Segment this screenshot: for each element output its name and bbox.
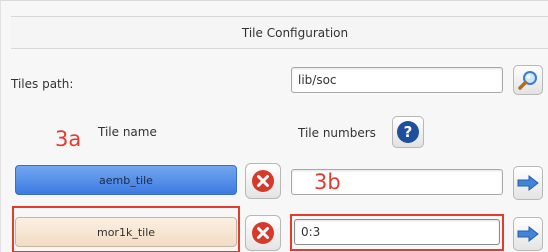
- panel-title: Tile Configuration: [241, 25, 349, 40]
- arrow-right-icon: [517, 226, 539, 242]
- magnifier-icon: [518, 71, 537, 90]
- remove-icon: [252, 222, 274, 244]
- help-icon: ?: [397, 121, 419, 143]
- annotation-box-3a: [12, 206, 240, 252]
- arrow-right-icon: [517, 175, 539, 191]
- browse-button[interactable]: [513, 65, 543, 95]
- annotation-label-3a: 3a: [55, 127, 82, 151]
- tiles-path-input[interactable]: lib/soc: [291, 67, 503, 93]
- tile-configuration-panel: Tile Configuration Tiles path: lib/soc T…: [0, 0, 548, 252]
- tile-numbers-header: Tile numbers: [298, 126, 376, 140]
- svg-text:?: ?: [404, 123, 413, 141]
- annotation-box-3b: [290, 214, 504, 251]
- tile-button-aemb[interactable]: aemb_tile: [15, 165, 237, 195]
- panel-header: Tile Configuration: [11, 16, 548, 49]
- help-button[interactable]: ?: [392, 116, 424, 148]
- next-tile-button[interactable]: [513, 166, 543, 200]
- remove-tile-button[interactable]: [245, 215, 281, 251]
- remove-tile-button[interactable]: [245, 163, 281, 199]
- annotation-label-3b: 3b: [314, 170, 341, 194]
- tile-name-header: Tile name: [98, 125, 157, 139]
- tiles-path-label: Tiles path:: [11, 77, 74, 91]
- next-tile-button[interactable]: [513, 217, 543, 251]
- remove-icon: [252, 170, 274, 192]
- tile-button-label: aemb_tile: [99, 173, 153, 187]
